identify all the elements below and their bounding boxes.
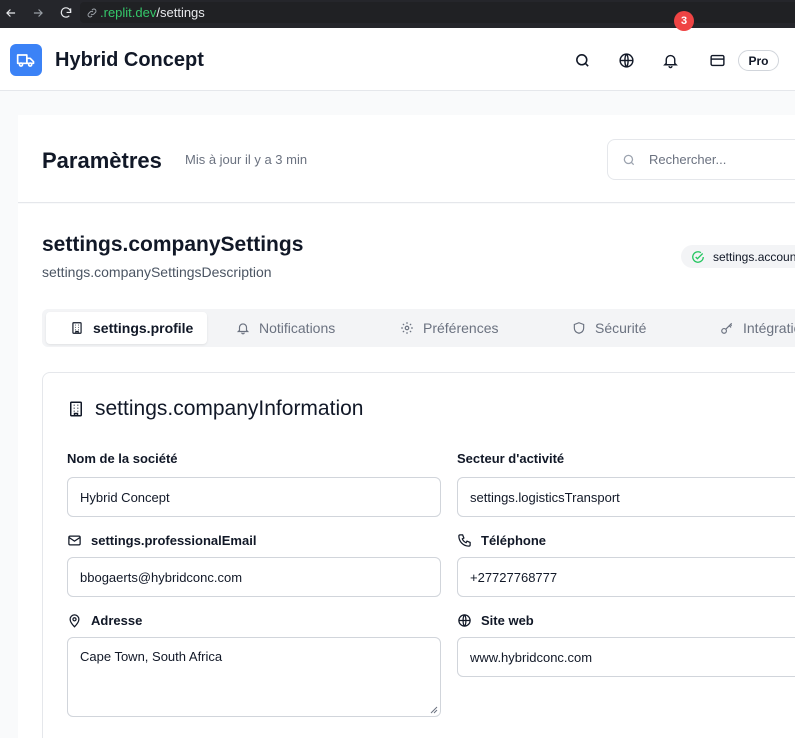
url-path: /settings (156, 5, 205, 20)
search-icon (623, 154, 635, 165)
tab-security[interactable]: Sécurité (572, 312, 646, 344)
settings-tabs: settings.profile Notifications Préférenc… (42, 309, 795, 347)
account-status-label: settings.accountActive (713, 249, 795, 264)
bell-icon (236, 323, 250, 335)
tab-integrations[interactable]: Intégrations (720, 312, 795, 344)
plan-badge[interactable]: Pro (738, 50, 779, 71)
resize-handle-icon[interactable] (430, 706, 438, 714)
industry-select[interactable]: settings.logisticsTransport (457, 477, 795, 517)
website-label-text: Site web (481, 613, 534, 628)
card-title-text: settings.companyInformation (95, 397, 364, 420)
app-header: Hybrid Concept Pro (0, 28, 795, 91)
company-name-label: Nom de la société (67, 451, 178, 466)
search-field[interactable] (607, 139, 795, 180)
tab-notifications[interactable]: Notifications (236, 312, 335, 344)
bell-icon[interactable] (660, 50, 680, 70)
search-icon[interactable] (572, 50, 592, 70)
account-status-badge: settings.accountActive (681, 245, 795, 268)
tab-security-label: Sécurité (595, 320, 647, 336)
phone-field[interactable]: +27727768777 (457, 557, 795, 597)
truck-logo-icon[interactable] (10, 44, 42, 76)
last-updated-text: Mis à jour il y a 3 min (185, 152, 308, 167)
company-name-input[interactable]: Hybrid Concept (67, 477, 441, 517)
address-label: Adresse (67, 613, 142, 628)
shield-icon (573, 322, 585, 334)
map-pin-icon (69, 614, 80, 628)
website-label: Site web (457, 613, 534, 628)
phone-label-text: Téléphone (481, 533, 547, 548)
search-input[interactable] (649, 152, 789, 167)
section-description: settings.companySettingsDescription (42, 264, 272, 280)
tab-preferences-label: Préférences (423, 320, 499, 336)
tab-integrations-label: Intégrations (743, 320, 795, 336)
section-title: settings.companySettings (42, 233, 304, 256)
url-text: .replit.dev/settings (100, 5, 205, 20)
check-circle-icon (692, 250, 704, 263)
forward-arrow-icon[interactable] (29, 4, 47, 22)
key-icon (721, 322, 733, 334)
globe-icon (458, 614, 471, 627)
page-title: Paramètres (42, 148, 162, 173)
app-title: Hybrid Concept (55, 49, 204, 71)
url-host: .replit.dev (100, 5, 157, 20)
notification-count-badge: 3 (674, 11, 694, 31)
industry-label: Secteur d'activité (457, 451, 565, 466)
back-arrow-icon[interactable] (2, 4, 20, 22)
building-icon (70, 401, 82, 417)
phone-icon (458, 534, 471, 547)
email-field[interactable]: bbogaerts@hybridconc.com (67, 557, 441, 597)
email-label-text: settings.professionalEmail (91, 533, 257, 548)
link-icon (87, 8, 97, 17)
website-field[interactable]: www.hybridconc.com (457, 637, 795, 677)
address-value: Cape Town, South Africa (80, 649, 223, 664)
phone-label: Téléphone (457, 533, 546, 548)
reload-icon[interactable] (57, 4, 75, 22)
tab-notifications-label: Notifications (259, 320, 336, 336)
email-label: settings.professionalEmail (67, 533, 256, 548)
globe-icon[interactable] (616, 50, 636, 70)
tab-profile-label: settings.profile (93, 320, 194, 336)
building-icon (72, 322, 82, 334)
address-label-text: Adresse (91, 613, 143, 628)
credit-card-icon[interactable] (707, 50, 727, 70)
tab-preferences[interactable]: Préférences (400, 312, 498, 344)
tab-profile[interactable]: settings.profile (46, 312, 207, 344)
gear-icon (401, 322, 413, 334)
card-title: settings.companyInformation (67, 397, 363, 421)
address-textarea[interactable]: Cape Town, South Africa (67, 637, 441, 717)
mail-icon (68, 535, 81, 546)
